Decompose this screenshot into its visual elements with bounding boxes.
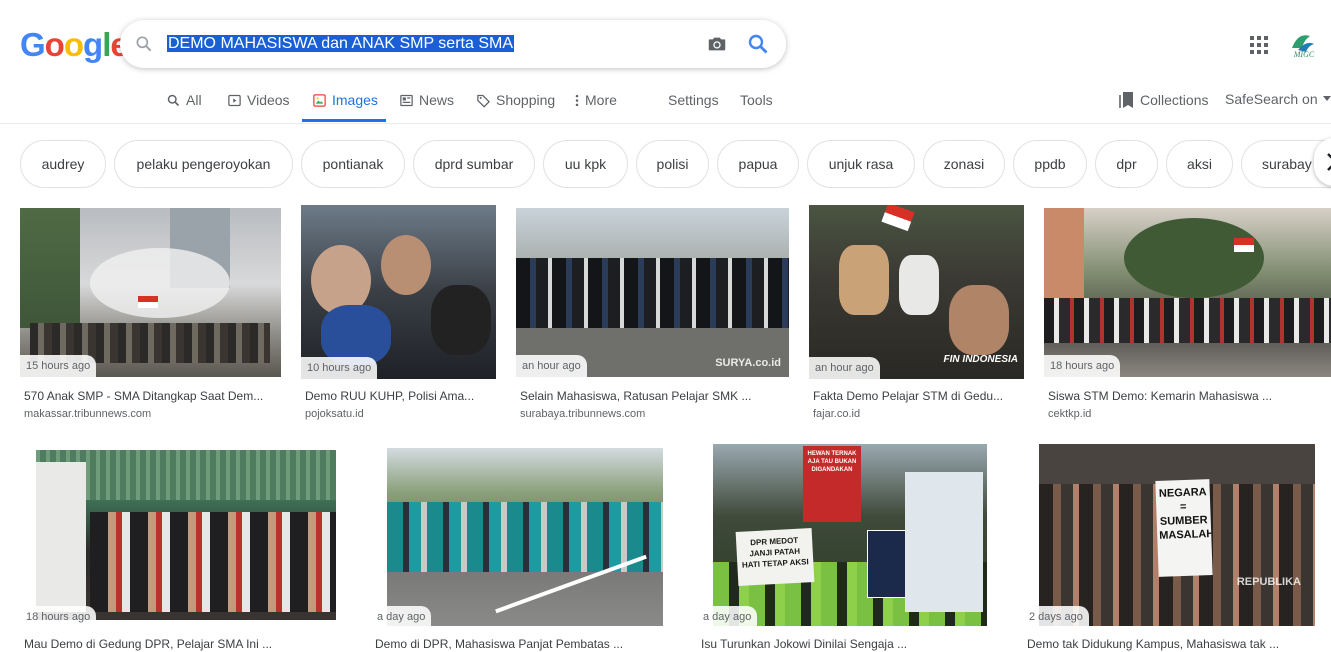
chip-uu-kpk[interactable]: uu kpk xyxy=(543,140,628,188)
settings-link[interactable]: Settings xyxy=(668,92,719,108)
result-thumbnail[interactable]: 15 hours ago xyxy=(20,208,281,377)
result-source[interactable]: makassar.tribunnews.com xyxy=(24,408,151,420)
result-time-badge: a day ago xyxy=(697,606,758,628)
camera-icon[interactable] xyxy=(706,33,728,60)
result-source[interactable]: surabaya.tribunnews.com xyxy=(520,408,645,420)
tab-more[interactable]: More xyxy=(574,92,617,108)
image-watermark: SURYA.co.id xyxy=(715,357,781,369)
result-title[interactable]: Isu Turunkan Jokowi Dinilai Sengaja ... xyxy=(701,637,1002,651)
tab-videos-label: Videos xyxy=(247,92,290,108)
result-title[interactable]: Fakta Demo Pelajar STM di Gedu... xyxy=(813,389,1024,403)
tab-shopping[interactable]: Shopping xyxy=(476,92,555,108)
result-time-badge: a day ago xyxy=(371,606,432,628)
image-icon xyxy=(313,93,326,107)
tab-news[interactable]: News xyxy=(399,92,454,108)
chip-aksi[interactable]: aksi xyxy=(1166,140,1233,188)
video-icon xyxy=(228,94,241,106)
result-time-badge: 18 hours ago xyxy=(1044,355,1121,377)
google-logo[interactable]: Google xyxy=(20,26,129,64)
bookmark-icon xyxy=(1119,92,1133,108)
result-source[interactable]: pojoksatu.id xyxy=(305,408,364,420)
result-time-badge: 15 hours ago xyxy=(20,355,97,377)
news-icon xyxy=(400,94,413,106)
result-title[interactable]: Demo RUU KUHP, Polisi Ama... xyxy=(305,389,496,403)
tab-images[interactable]: Images xyxy=(312,92,378,108)
result-thumbnail[interactable]: FIN INDONESIA an hour ago xyxy=(809,205,1024,379)
tab-shopping-label: Shopping xyxy=(496,92,556,108)
more-vert-icon xyxy=(575,94,579,106)
result-thumbnail[interactable]: SURYA.co.id an hour ago xyxy=(516,208,789,377)
chip-ppdb[interactable]: ppdb xyxy=(1013,140,1087,188)
collections-link[interactable]: Collections xyxy=(1119,91,1208,109)
chevron-right-icon xyxy=(1327,153,1331,171)
search-input[interactable]: DEMO MAHASISWA dan ANAK SMP serta SMA xyxy=(167,34,514,54)
tab-all[interactable]: All xyxy=(166,92,202,108)
svg-text:MIGC: MIGC xyxy=(1293,50,1315,59)
settings-label: Settings xyxy=(668,92,719,108)
result-title[interactable]: Demo di DPR, Mahasiswa Panjat Pembatas .… xyxy=(375,637,678,651)
safesearch-dropdown[interactable]: SafeSearch on xyxy=(1225,91,1331,107)
chip-dprd-sumbar[interactable]: dprd sumbar xyxy=(413,140,535,188)
apps-grid-icon[interactable] xyxy=(1250,36,1268,59)
result-time-badge: 2 days ago xyxy=(1023,606,1089,628)
collections-label: Collections xyxy=(1140,92,1209,108)
active-tab-indicator xyxy=(302,119,386,122)
tab-images-label: Images xyxy=(332,92,378,108)
suggestion-chips: audrey pelaku pengeroyokan pontianak dpr… xyxy=(0,124,1331,204)
search-box[interactable]: DEMO MAHASISWA dan ANAK SMP serta SMA xyxy=(120,20,786,68)
result-source[interactable]: fajar.co.id xyxy=(813,408,860,420)
search-icon xyxy=(134,34,154,59)
chip-papua[interactable]: papua xyxy=(717,140,799,188)
result-thumbnail[interactable]: NEGARA = SUMBER MASALAH REPUBLIKA 2 days… xyxy=(1023,442,1331,628)
result-title[interactable]: Mau Demo di Gedung DPR, Pelajar SMA Ini … xyxy=(24,637,350,651)
result-time-badge: an hour ago xyxy=(809,357,880,379)
result-thumbnail[interactable]: 18 hours ago xyxy=(1044,208,1331,377)
result-title[interactable]: Siswa STM Demo: Kemarin Mahasiswa ... xyxy=(1048,389,1331,403)
chip-pelaku-pengeroyokan[interactable]: pelaku pengeroyokan xyxy=(114,140,293,188)
tag-icon xyxy=(477,94,491,108)
tab-more-label: More xyxy=(585,92,617,108)
result-title[interactable]: Demo tak Didukung Kampus, Mahasiswa tak … xyxy=(1027,637,1331,651)
chip-dpr[interactable]: dpr xyxy=(1095,140,1158,188)
result-thumbnail[interactable]: 10 hours ago xyxy=(301,205,496,379)
account-avatar[interactable]: MIGC xyxy=(1284,26,1320,62)
chip-unjuk-rasa[interactable]: unjuk rasa xyxy=(807,140,915,188)
search-tabs: All Videos Images News Shopping More Set… xyxy=(0,80,1331,124)
chip-polisi[interactable]: polisi xyxy=(636,140,709,188)
chip-pontianak[interactable]: pontianak xyxy=(301,140,405,188)
tab-videos[interactable]: Videos xyxy=(227,92,290,108)
search-icon xyxy=(167,94,180,106)
result-thumbnail[interactable]: a day ago xyxy=(371,442,678,628)
tab-news-label: News xyxy=(419,92,455,108)
result-source[interactable]: cektkp.id xyxy=(1048,408,1091,420)
chip-audrey[interactable]: audrey xyxy=(20,140,106,188)
protest-sign: NEGARA = SUMBER MASALAH xyxy=(1155,479,1213,577)
tools-link[interactable]: Tools xyxy=(740,92,773,108)
result-title[interactable]: 570 Anak SMP - SMA Ditangkap Saat Dem... xyxy=(24,389,281,403)
image-watermark: FIN INDONESIA xyxy=(943,354,1018,365)
tools-label: Tools xyxy=(740,92,773,108)
protest-sign: DPR MEDOT JANJI PATAH HATI TETAP AKSI xyxy=(735,528,815,586)
protest-sign: HEWAN TERNAK AJA TAU BUKAN DIGANDAKAN xyxy=(803,446,861,522)
result-title[interactable]: Selain Mahasiswa, Ratusan Pelajar SMK ..… xyxy=(520,389,789,403)
tab-all-label: All xyxy=(186,92,202,108)
result-thumbnail[interactable]: HEWAN TERNAK AJA TAU BUKAN DIGANDAKAN DP… xyxy=(697,442,1002,628)
image-watermark: REPUBLIKA xyxy=(1236,576,1301,588)
result-time-badge: 10 hours ago xyxy=(301,357,378,379)
search-button-icon[interactable] xyxy=(746,32,770,61)
result-time-badge: 18 hours ago xyxy=(20,606,97,628)
result-thumbnail[interactable]: 18 hours ago xyxy=(20,442,350,628)
safesearch-label: SafeSearch on xyxy=(1225,91,1318,107)
result-time-badge: an hour ago xyxy=(516,355,587,377)
caret-down-icon xyxy=(1322,96,1331,101)
chip-zonasi[interactable]: zonasi xyxy=(923,140,1005,188)
